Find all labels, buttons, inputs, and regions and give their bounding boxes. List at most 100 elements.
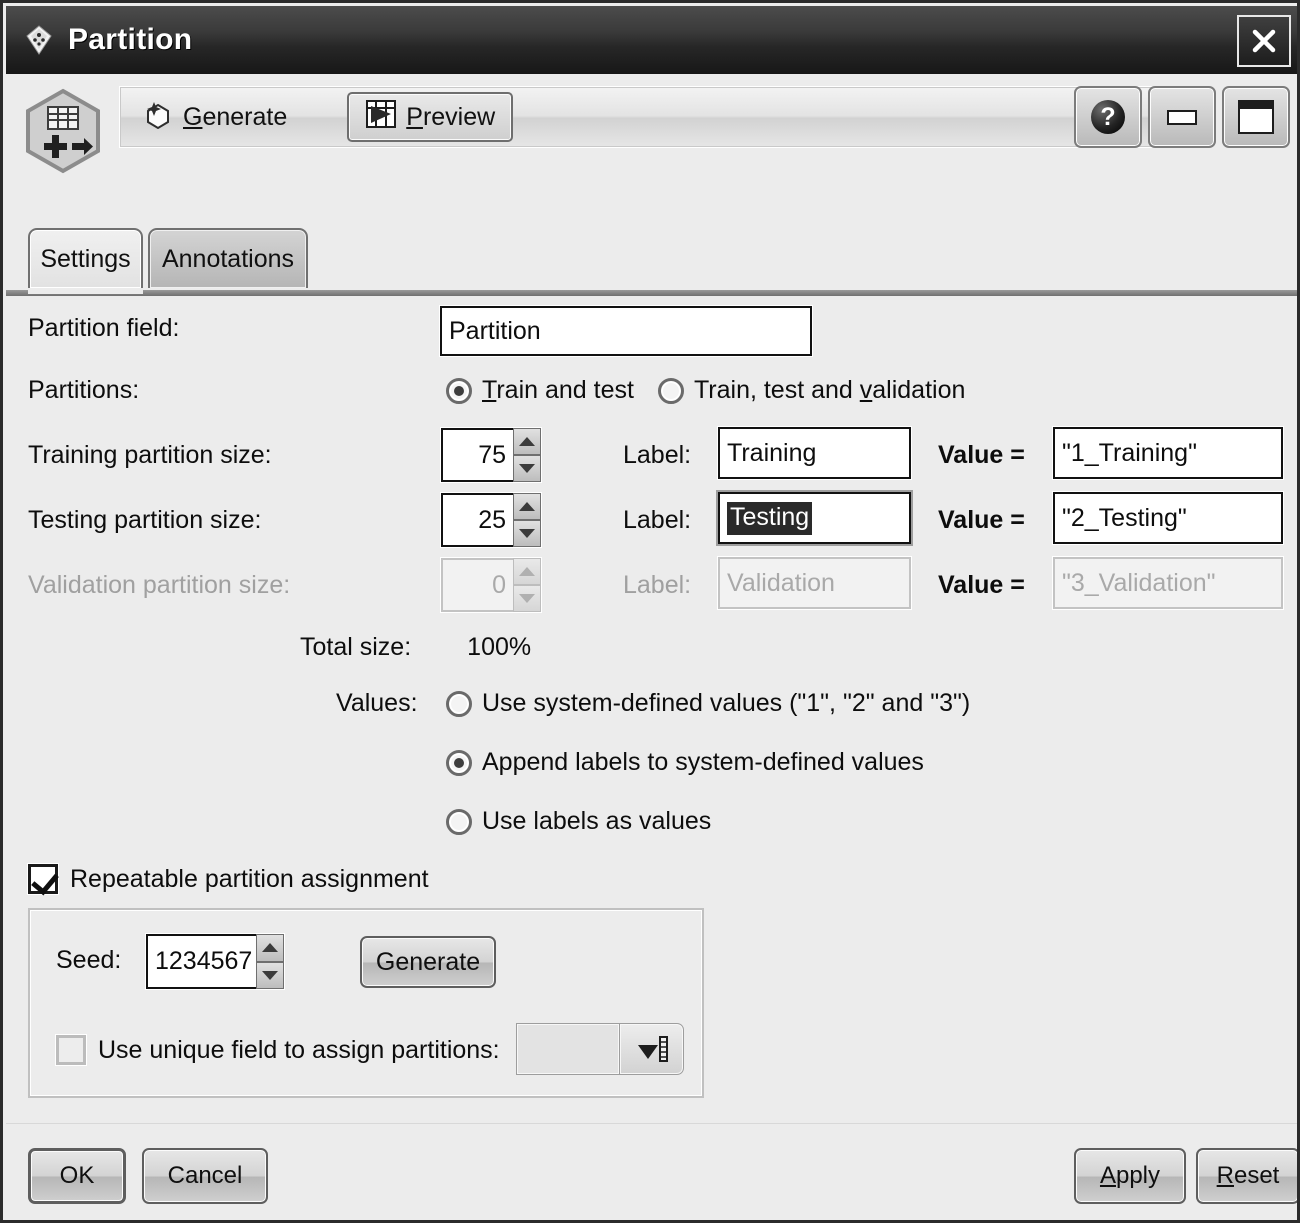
tab-settings-label: Settings (40, 244, 131, 273)
training-value-caption-row: Value = (938, 441, 1025, 470)
seed-generate-button[interactable]: Generate (360, 936, 496, 988)
partition-node-icon (20, 87, 106, 175)
generate-label: Generate (183, 102, 288, 131)
apply-button[interactable]: Apply (1074, 1148, 1186, 1204)
testing-value-text: "2_Testing" (1062, 503, 1187, 532)
unique-field-check-icon (56, 1035, 86, 1065)
training-label-caption: Label: (623, 441, 692, 469)
testing-value-caption-row: Value = (938, 506, 1025, 535)
total-size-row: Total size: 100% (300, 633, 531, 662)
values-option-labels-as-values[interactable]: Use labels as values (446, 807, 711, 836)
help-question-icon[interactable]: ? (1074, 86, 1142, 148)
radio-train-and-test-label: Train and test (482, 376, 634, 404)
values-option-system-defined[interactable]: Use system-defined values ("1", "2" and … (446, 689, 970, 718)
ok-button[interactable]: OK (28, 1148, 126, 1204)
testing-size-label-row: Testing partition size: (28, 506, 261, 535)
repeatable-partition-checkbox[interactable]: Repeatable partition assignment (28, 864, 429, 894)
reset-button[interactable]: Reset (1196, 1148, 1297, 1204)
values-option-system-defined-label: Use system-defined values ("1", "2" and … (482, 689, 971, 717)
unique-field-checkbox: Use unique field to assign partitions: (56, 1035, 500, 1065)
tab-annotations[interactable]: Annotations (148, 228, 308, 288)
values-label: Values: (336, 689, 418, 717)
radio-train-test-validation-label: Train, test and validation (693, 376, 966, 404)
values-option-append-labels-dot (446, 749, 472, 776)
training-size-stepper[interactable]: 75 (441, 428, 541, 482)
partition-field-label-row: Partition field: (28, 314, 179, 343)
radio-train-test-validation-dot (657, 377, 684, 404)
field-chooser-icon (620, 1023, 684, 1075)
testing-size-stepper[interactable]: 25 (441, 493, 541, 547)
training-label-value: Training (727, 438, 817, 467)
testing-label-input[interactable]: Testing (718, 492, 911, 544)
partitions-label: Partitions: (28, 376, 140, 404)
cancel-button[interactable]: Cancel (142, 1148, 268, 1204)
repeatable-partition-check-icon (28, 864, 58, 894)
testing-value-input[interactable]: "2_Testing" (1053, 492, 1283, 544)
testing-label-caption-row: Label: (623, 506, 691, 535)
settings-panel: Partition field: Partition Partitions: T… (6, 296, 1297, 1123)
preview-table-play-icon (365, 99, 397, 136)
total-size-value: 100% (467, 633, 532, 661)
unique-field-label: Use unique field to assign partitions: (98, 1035, 500, 1064)
preview-label: Preview (406, 102, 496, 131)
validation-size-label: Validation partition size: (28, 571, 291, 599)
seed-label: Seed: (56, 946, 122, 974)
radio-train-test-validation[interactable]: Train, test and validation (657, 376, 966, 405)
window-control-buttons: ? (1074, 86, 1290, 148)
validation-size-up-icon (513, 558, 541, 585)
partition-field-input[interactable]: Partition (440, 306, 812, 356)
training-label-input[interactable]: Training (718, 427, 911, 479)
values-option-labels-as-values-label: Use labels as values (482, 807, 712, 835)
repeatable-partition-label: Repeatable partition assignment (70, 864, 429, 893)
toolbar-area: Generate Preview ? (6, 74, 1297, 220)
training-value-caption: Value = (938, 441, 1025, 469)
preview-button[interactable]: Preview (347, 92, 514, 142)
training-value-input[interactable]: "1_Training" (1053, 427, 1283, 479)
seed-label-row: Seed: (56, 946, 121, 975)
tab-strip: Settings Annotations (6, 220, 1297, 294)
training-label-caption-row: Label: (623, 441, 691, 470)
testing-label-value: Testing (727, 501, 813, 535)
partitions-label-row: Partitions: (28, 376, 139, 405)
ok-label: OK (59, 1162, 95, 1189)
validation-label-input: Validation (718, 557, 911, 609)
validation-value-text: "3_Validation" (1062, 568, 1216, 597)
validation-value-input: "3_Validation" (1053, 557, 1283, 609)
training-size-label: Training partition size: (28, 441, 272, 469)
validation-label-value: Validation (727, 568, 835, 597)
values-option-append-labels[interactable]: Append labels to system-defined values (446, 748, 924, 777)
maximize-icon[interactable] (1222, 86, 1290, 148)
node-toolbar: Generate Preview (119, 86, 1174, 148)
apply-label: Apply (1099, 1162, 1161, 1189)
validation-label-caption: Label: (623, 571, 692, 599)
testing-value-caption: Value = (938, 506, 1025, 534)
seed-stepper[interactable]: 1234567 (146, 934, 284, 989)
partition-field-label: Partition field: (28, 314, 180, 342)
gem-icon (20, 21, 58, 59)
seed-generate-label: Generate (375, 947, 481, 976)
values-option-append-labels-label: Append labels to system-defined values (482, 748, 924, 776)
generate-button[interactable]: Generate (128, 92, 303, 142)
training-size-down-icon[interactable] (513, 455, 541, 482)
training-value-text: "1_Training" (1062, 438, 1197, 467)
close-icon[interactable] (1237, 15, 1291, 67)
testing-size-value[interactable]: 25 (441, 493, 513, 547)
training-size-up-icon[interactable] (513, 428, 541, 455)
seed-up-icon[interactable] (256, 934, 284, 962)
values-option-system-defined-dot (446, 690, 472, 717)
seed-down-icon[interactable] (256, 961, 284, 989)
testing-size-up-icon[interactable] (513, 493, 541, 520)
validation-value-caption: Value = (938, 571, 1025, 599)
seed-value[interactable]: 1234567 (146, 934, 256, 989)
partition-field-value: Partition (449, 316, 541, 345)
radio-train-and-test[interactable]: Train and test (446, 376, 634, 405)
validation-label-caption-row: Label: (623, 571, 691, 600)
testing-size-down-icon[interactable] (513, 520, 541, 547)
minimize-icon[interactable] (1148, 86, 1216, 148)
tab-settings[interactable]: Settings (28, 228, 143, 294)
reset-label: Reset (1216, 1162, 1280, 1189)
unique-field-picker (516, 1023, 684, 1075)
training-size-value[interactable]: 75 (441, 428, 513, 482)
validation-size-stepper: 0 (441, 558, 541, 612)
title-bar: Partition (6, 6, 1297, 74)
